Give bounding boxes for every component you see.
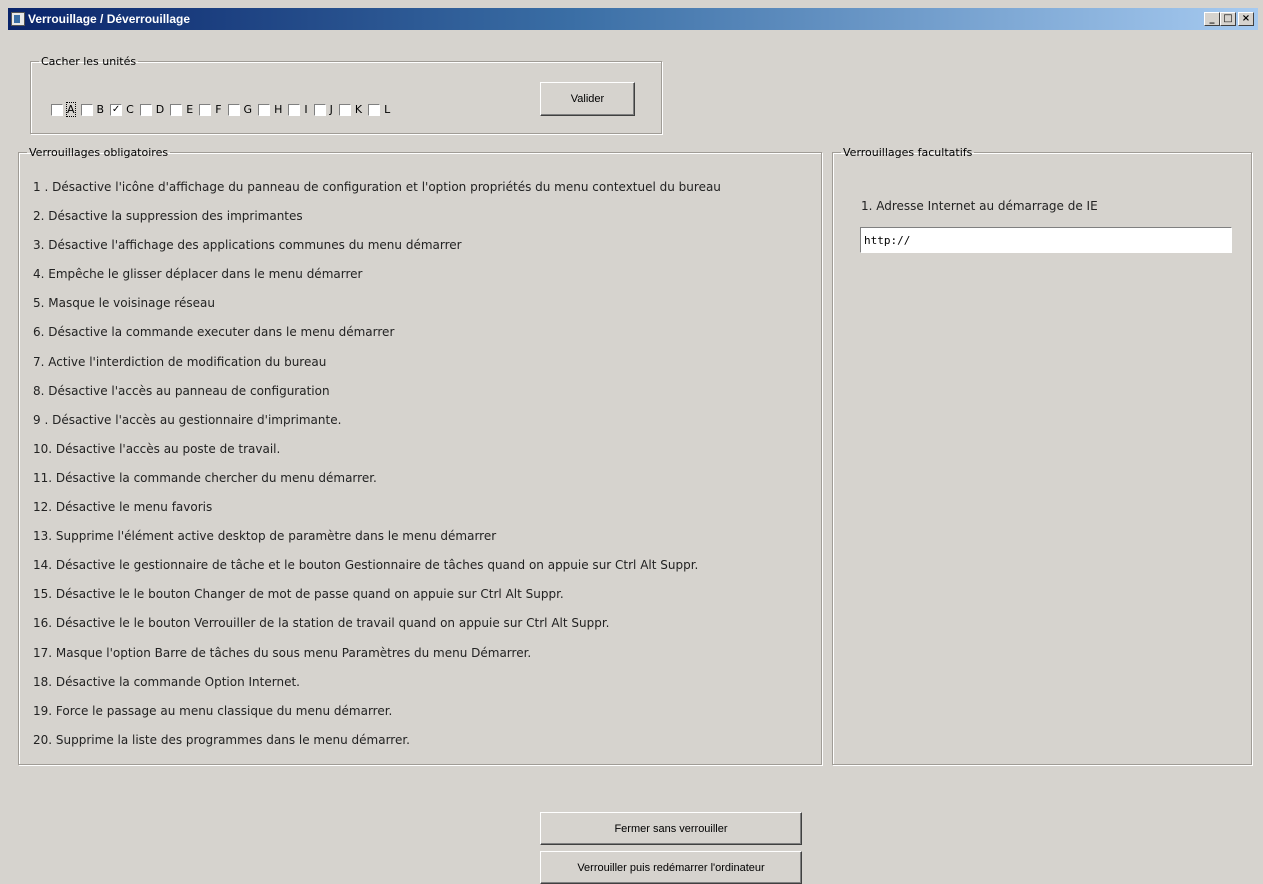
drive-label: A [66, 102, 76, 117]
window-controls: _ □ × [1204, 12, 1254, 26]
drive-label: G [243, 103, 253, 116]
mandatory-lock-item: 18. Désactive la commande Option Interne… [33, 674, 300, 689]
drive-checkbox-f[interactable]: F [199, 103, 222, 116]
drive-checkbox-c[interactable]: ✓ C [110, 103, 134, 116]
mandatory-lock-item: 17. Masque l'option Barre de tâches du s… [33, 645, 532, 660]
mandatory-lock-item: 5. Masque le voisinage réseau [33, 296, 215, 311]
mandatory-locks-legend: Verrouillages obligatoires [29, 146, 169, 159]
checkbox-box[interactable] [338, 103, 351, 116]
mandatory-lock-item: 4. Empêche le glisser déplacer dans le m… [33, 267, 363, 282]
drive-label: L [384, 103, 391, 116]
app-icon [11, 12, 25, 26]
checkbox-box[interactable] [80, 103, 93, 116]
checkbox-box[interactable] [199, 103, 212, 116]
lock-and-restart-button[interactable]: Verrouiller puis redémarrer l'ordinateur [540, 851, 802, 884]
drive-checkbox-e[interactable]: E [170, 103, 193, 116]
checkbox-box[interactable] [313, 103, 326, 116]
drive-checkbox-h[interactable]: H [258, 103, 282, 116]
hide-drives-legend: Cacher les unités [41, 55, 137, 68]
drive-label: E [186, 103, 194, 116]
drive-checkbox-k[interactable]: K [338, 103, 363, 116]
drive-label: B [96, 103, 105, 116]
mandatory-lock-item: 13. Supprime l'élément active desktop de… [33, 529, 497, 544]
maximize-button[interactable]: □ [1220, 12, 1236, 26]
close-without-lock-button[interactable]: Fermer sans verrouiller [540, 812, 802, 845]
mandatory-lock-item: 14. Désactive le gestionnaire de tâche e… [33, 558, 699, 573]
mandatory-lock-item: 12. Désactive le menu favoris [33, 500, 213, 515]
drive-label: F [215, 103, 222, 116]
mandatory-lock-item: 20. Supprime la liste des programmes dan… [33, 732, 410, 747]
mandatory-lock-item: 7. Active l'interdiction de modification… [33, 354, 327, 369]
checkbox-box[interactable] [51, 103, 63, 116]
mandatory-lock-item: 9 . Désactive l'accès au gestionnaire d'… [33, 412, 342, 427]
mandatory-lock-item: 1 . Désactive l'icône d'affichage du pan… [33, 180, 721, 194]
close-button[interactable]: × [1238, 12, 1254, 26]
drive-checkbox-b[interactable]: B [80, 103, 105, 116]
drive-checkbox-l[interactable]: L [368, 103, 390, 116]
mandatory-lock-item: 3. Désactive l'affichage des application… [33, 238, 462, 253]
checkbox-box[interactable] [368, 103, 381, 116]
minimize-button[interactable]: _ [1204, 12, 1220, 26]
checkbox-box[interactable]: ✓ [110, 103, 123, 116]
ie-homepage-label: 1. Adresse Internet au démarrage de IE [861, 199, 1098, 213]
mandatory-locks-list: 1 . Désactive l'icône d'affichage du pan… [33, 177, 721, 759]
drive-label: J [329, 103, 333, 116]
mandatory-lock-item: 10. Désactive l'accès au poste de travai… [33, 441, 281, 456]
checkbox-box[interactable] [288, 103, 301, 116]
ie-homepage-input[interactable] [860, 227, 1232, 253]
checkbox-box[interactable] [258, 103, 271, 116]
drive-checkbox-d[interactable]: D [139, 103, 165, 116]
mandatory-lock-item: 16. Désactive le le bouton Verrouiller d… [33, 616, 610, 631]
mandatory-locks-group: Verrouillages obligatoires 1 . Désactive… [18, 146, 822, 765]
validate-button[interactable]: Valider [540, 82, 635, 116]
optional-locks-group: Verrouillages facultatifs 1. Adresse Int… [832, 146, 1252, 765]
drive-checkbox-g[interactable]: G [227, 103, 253, 116]
drive-checkbox-i[interactable]: I [288, 103, 308, 116]
drive-label: K [354, 103, 363, 116]
drive-label: D [155, 103, 165, 116]
drive-checkbox-j[interactable]: J [313, 103, 333, 116]
drive-label: H [274, 103, 283, 116]
mandatory-lock-item: 11. Désactive la commande chercher du me… [33, 470, 377, 485]
mandatory-lock-item: 6. Désactive la commande executer dans l… [33, 325, 395, 340]
mandatory-lock-item: 19. Force le passage au menu classique d… [33, 703, 393, 718]
drive-checkbox-a[interactable]: A [51, 102, 76, 117]
checkbox-box[interactable] [139, 103, 152, 116]
mandatory-lock-item: 15. Désactive le le bouton Changer de mo… [33, 587, 564, 602]
drive-checkbox-row: A B ✓ C D E F G H I J K L [51, 102, 396, 117]
checkbox-box[interactable] [227, 103, 240, 116]
window-title: Verrouillage / Déverrouillage [28, 12, 191, 26]
optional-locks-legend: Verrouillages facultatifs [843, 146, 973, 159]
title-bar: Verrouillage / Déverrouillage _ □ × [8, 8, 1258, 30]
drive-label: I [304, 103, 308, 116]
mandatory-lock-item: 2. Désactive la suppression des impriman… [33, 209, 303, 224]
drive-label: C [126, 103, 134, 116]
mandatory-lock-item: 8. Désactive l'accès au panneau de confi… [33, 383, 330, 398]
checkbox-box[interactable] [170, 103, 183, 116]
